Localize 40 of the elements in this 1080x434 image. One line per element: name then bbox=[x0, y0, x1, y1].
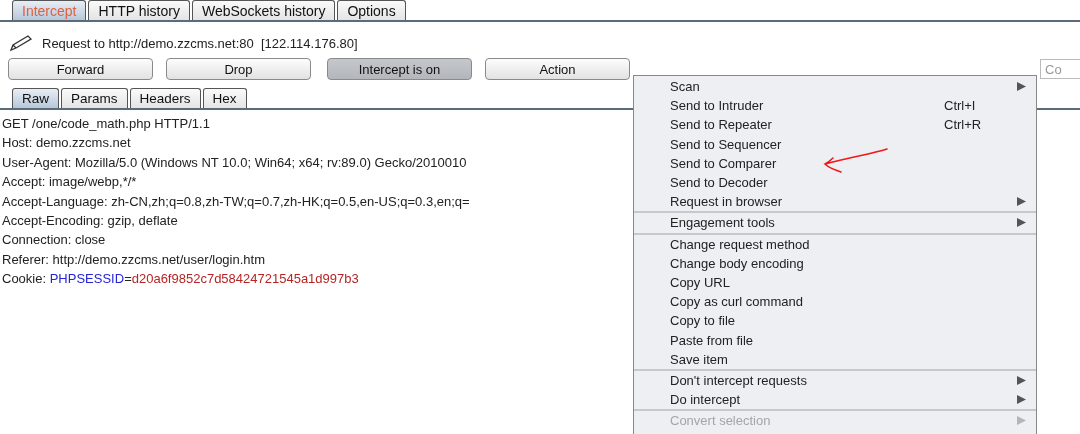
message-line: GET /one/code_math.php HTTP/1.1 bbox=[2, 115, 210, 133]
tab[interactable]: WebSockets history bbox=[191, 0, 336, 20]
message-line: Accept-Language: zh-CN,zh;q=0.8,zh-TW;q=0.7,zh-HK;q=0.5,en-US;q=0.3,en;q= bbox=[2, 192, 470, 211]
toolbar-button[interactable]: Action bbox=[485, 58, 630, 80]
message-line: User-Agent: Mozilla/5.0 (Windows NT 10.0; Win64; x64; rv:89.0) Gecko/2010010 bbox=[2, 153, 467, 172]
toolbar-button[interactable]: Intercept is on bbox=[327, 58, 472, 80]
menu-item[interactable]: Copy URL bbox=[634, 272, 1036, 293]
menu-item[interactable]: Send to Comparer bbox=[634, 153, 1036, 173]
arrow-annotation bbox=[821, 146, 889, 176]
view-tab[interactable]: Headers bbox=[129, 88, 201, 108]
message-line: Accept: image/webp,*/* bbox=[2, 173, 137, 192]
toolbar-button[interactable]: Drop bbox=[166, 58, 311, 80]
menu-item[interactable]: Do intercept bbox=[634, 390, 1036, 410]
menu-item[interactable]: Send to Intruder Ctrl+I bbox=[634, 96, 1036, 116]
menu-item[interactable]: Request in browser bbox=[634, 192, 1036, 212]
pencil-icon bbox=[8, 34, 34, 52]
tab[interactable]: HTTP history bbox=[88, 0, 190, 20]
menu-item[interactable]: Send to Decoder bbox=[634, 172, 1036, 193]
toolbar-button[interactable]: Forward bbox=[8, 58, 153, 80]
message-line: Cookie: PHPSESSID=d20a6f9852c7d58424721545a1d997b3 bbox=[2, 270, 359, 289]
view-tab[interactable]: Raw bbox=[12, 88, 59, 108]
request-info: Request to http://demo.zzcms.net:80 [122.114.176.80] bbox=[42, 35, 358, 51]
message-line: Accept-Encoding: gzip, deflate bbox=[2, 211, 178, 230]
menu-item[interactable]: Paste from file bbox=[634, 330, 1036, 350]
message-line: Host: demo.zzcms.net bbox=[2, 134, 131, 153]
view-tab[interactable]: Params bbox=[61, 88, 128, 108]
menu-item[interactable]: Change request method bbox=[634, 234, 1036, 254]
menu-item[interactable]: Change body encoding bbox=[634, 253, 1036, 273]
menu-item[interactable]: Scan bbox=[634, 77, 1036, 97]
menu-item[interactable]: Don't intercept requests bbox=[634, 370, 1036, 390]
message-line: Connection: close bbox=[2, 231, 106, 250]
menu-item[interactable]: Engagement tools bbox=[634, 213, 1036, 233]
menu-item[interactable]: Copy to file bbox=[634, 311, 1036, 331]
message-line: Referer: http://demo.zzcms.net/user/login.htm bbox=[2, 250, 265, 269]
menu-item[interactable]: Copy as curl command bbox=[634, 292, 1036, 312]
menu-item[interactable]: Send to Repeater Ctrl+R bbox=[634, 115, 1036, 135]
menu-item[interactable]: Send to Sequencer bbox=[634, 134, 1036, 154]
view-tab[interactable]: Hex bbox=[202, 88, 247, 108]
tab[interactable]: Options bbox=[337, 0, 406, 20]
menu-item[interactable]: Save item bbox=[634, 349, 1036, 369]
